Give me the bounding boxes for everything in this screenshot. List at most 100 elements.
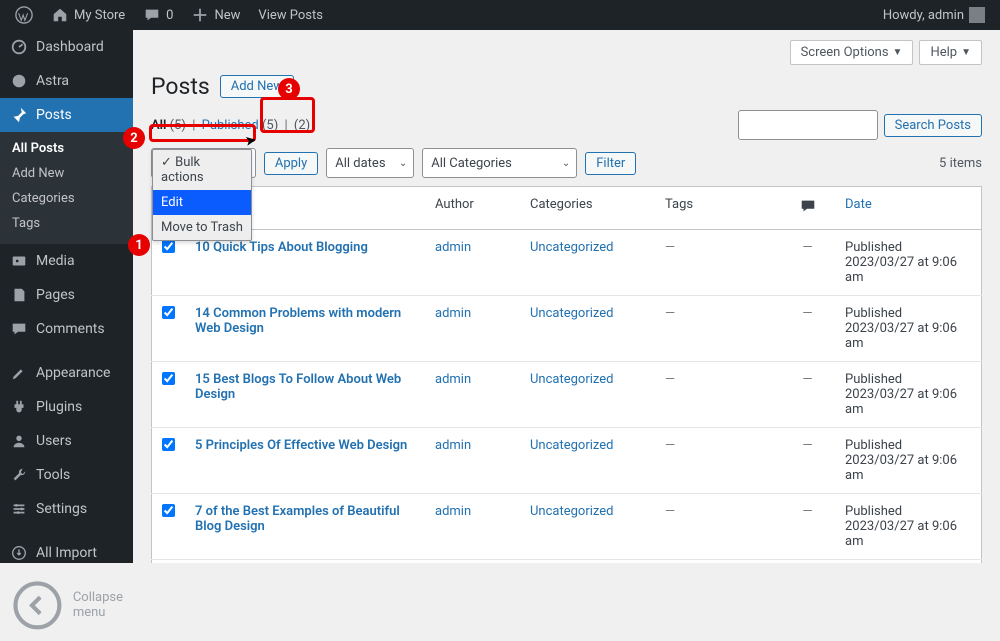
post-comments: —	[802, 240, 812, 255]
post-title-link[interactable]: 15 Best Blogs To Follow About Web Design	[195, 372, 401, 402]
col-date[interactable]: Date	[845, 197, 872, 212]
table-row: 7 of the Best Examples of Beautiful Blog…	[152, 494, 982, 560]
submenu-add-new[interactable]: Add New	[0, 161, 133, 186]
post-date: 2023/03/27 at 9:06 am	[845, 387, 957, 417]
comments-icon	[10, 320, 28, 338]
sidemenu-appearance[interactable]: Appearance	[0, 356, 133, 390]
post-author-link[interactable]: admin	[435, 438, 471, 453]
row-checkbox[interactable]	[162, 240, 175, 253]
plus-icon	[191, 6, 209, 24]
search-input[interactable]	[738, 110, 878, 140]
media-icon	[10, 252, 28, 270]
table-row: 5 Principles Of Effective Web Design admi…	[152, 428, 982, 494]
comment-column-icon[interactable]	[799, 197, 817, 215]
post-tags: —	[665, 306, 675, 321]
post-comments: —	[802, 372, 812, 387]
wrench-icon	[10, 466, 28, 484]
home-icon	[51, 6, 69, 24]
caret-down-icon: ⌄	[562, 158, 570, 169]
bulk-option-edit[interactable]: Edit	[153, 190, 251, 215]
sidemenu-posts[interactable]: Posts	[0, 98, 133, 132]
filter-all[interactable]: All	[151, 118, 166, 133]
post-author-link[interactable]: admin	[435, 372, 471, 387]
avatar	[969, 7, 985, 23]
col-author-foot: Author	[425, 560, 520, 564]
help-button[interactable]: Help▼	[919, 40, 982, 65]
apply-button[interactable]: Apply	[264, 152, 318, 175]
dashboard-icon	[10, 38, 28, 56]
post-date: 2023/03/27 at 9:06 am	[845, 453, 957, 483]
col-author: Author	[425, 187, 520, 230]
table-row: 15 Best Blogs To Follow About Web Design…	[152, 362, 982, 428]
pin-icon	[10, 106, 28, 124]
user-icon	[10, 432, 28, 450]
sidemenu-all-import[interactable]: All Import	[0, 536, 133, 570]
caret-down-icon: ▼	[961, 47, 971, 58]
bulk-option-trash[interactable]: Move to Trash	[153, 215, 251, 240]
post-comments: —	[802, 306, 812, 321]
submenu-tags[interactable]: Tags	[0, 211, 133, 236]
plug-icon	[10, 398, 28, 416]
post-category-link[interactable]: Uncategorized	[530, 438, 613, 453]
annotation-badge-2: 2	[123, 127, 145, 149]
posts-submenu: All Posts Add New Categories Tags	[0, 132, 133, 244]
bulk-actions-select[interactable]: Bulk actions Bulk actions Edit Move to T…	[151, 148, 256, 178]
col-tags: Tags	[655, 187, 780, 230]
sidemenu-media[interactable]: Media	[0, 244, 133, 278]
post-author-link[interactable]: admin	[435, 306, 471, 321]
row-checkbox[interactable]	[162, 438, 175, 451]
sidemenu-astra[interactable]: Astra	[0, 64, 133, 98]
post-tags: —	[665, 240, 675, 255]
filter-button[interactable]: Filter	[585, 152, 636, 175]
sidemenu-users[interactable]: Users	[0, 424, 133, 458]
sidemenu-pages[interactable]: Pages	[0, 278, 133, 312]
post-title-link[interactable]: 10 Quick Tips About Blogging	[195, 240, 368, 255]
collapse-icon	[10, 578, 65, 633]
sidemenu-comments[interactable]: Comments	[0, 312, 133, 346]
bulk-actions-dropdown: Bulk actions Edit Move to Trash	[152, 149, 252, 241]
collapse-menu[interactable]: Collapse menu	[0, 570, 133, 641]
submenu-all-posts[interactable]: All Posts	[0, 136, 133, 161]
page-icon	[10, 286, 28, 304]
sidemenu-settings[interactable]: Settings	[0, 492, 133, 526]
row-checkbox[interactable]	[162, 372, 175, 385]
sidemenu-tools[interactable]: Tools	[0, 458, 133, 492]
screen-options-button[interactable]: Screen Options▼	[790, 40, 914, 65]
col-tags-foot: Tags	[655, 560, 780, 564]
new-label: New	[214, 8, 240, 23]
category-filter-select[interactable]: All Categories⌄	[422, 148, 577, 178]
site-name-link[interactable]: My Store	[44, 0, 132, 30]
submenu-categories[interactable]: Categories	[0, 186, 133, 211]
howdy-link[interactable]: Howdy, admin	[876, 0, 992, 30]
import-icon	[10, 544, 28, 562]
table-row: 14 Common Problems with modern Web Desig…	[152, 296, 982, 362]
row-checkbox[interactable]	[162, 306, 175, 319]
post-category-link[interactable]: Uncategorized	[530, 240, 613, 255]
comments-link[interactable]: 0	[136, 0, 180, 30]
status-filters: All (5) | Published (5) | (2)	[151, 118, 310, 133]
view-posts-link[interactable]: View Posts	[251, 0, 330, 30]
cursor-icon: ➤	[244, 132, 258, 150]
post-title-link[interactable]: 7 of the Best Examples of Beautiful Blog…	[195, 504, 400, 534]
post-author-link[interactable]: admin	[435, 240, 471, 255]
bulk-option-none[interactable]: Bulk actions	[153, 150, 251, 190]
sidemenu-dashboard[interactable]: Dashboard	[0, 30, 133, 64]
post-date-status: Published	[845, 372, 902, 387]
main-content: Screen Options▼ Help▼ Posts Add New All …	[133, 30, 1000, 563]
new-link[interactable]: New	[184, 0, 247, 30]
caret-down-icon: ⌄	[399, 158, 407, 169]
date-filter-select[interactable]: All dates⌄	[326, 148, 414, 178]
brush-icon	[10, 364, 28, 382]
post-title-link[interactable]: 14 Common Problems with modern Web Desig…	[195, 306, 401, 336]
post-author-link[interactable]: admin	[435, 504, 471, 519]
row-checkbox[interactable]	[162, 504, 175, 517]
wp-logo[interactable]	[8, 0, 40, 30]
post-title-link[interactable]: 5 Principles Of Effective Web Design	[195, 438, 407, 453]
sidemenu-plugins[interactable]: Plugins	[0, 390, 133, 424]
post-category-link[interactable]: Uncategorized	[530, 372, 613, 387]
post-category-link[interactable]: Uncategorized	[530, 504, 613, 519]
filter-published[interactable]: Published	[202, 118, 259, 133]
search-posts-button[interactable]: Search Posts	[884, 114, 982, 137]
admin-toolbar: My Store 0 New View Posts Howdy, admin	[0, 0, 1000, 30]
post-category-link[interactable]: Uncategorized	[530, 306, 613, 321]
